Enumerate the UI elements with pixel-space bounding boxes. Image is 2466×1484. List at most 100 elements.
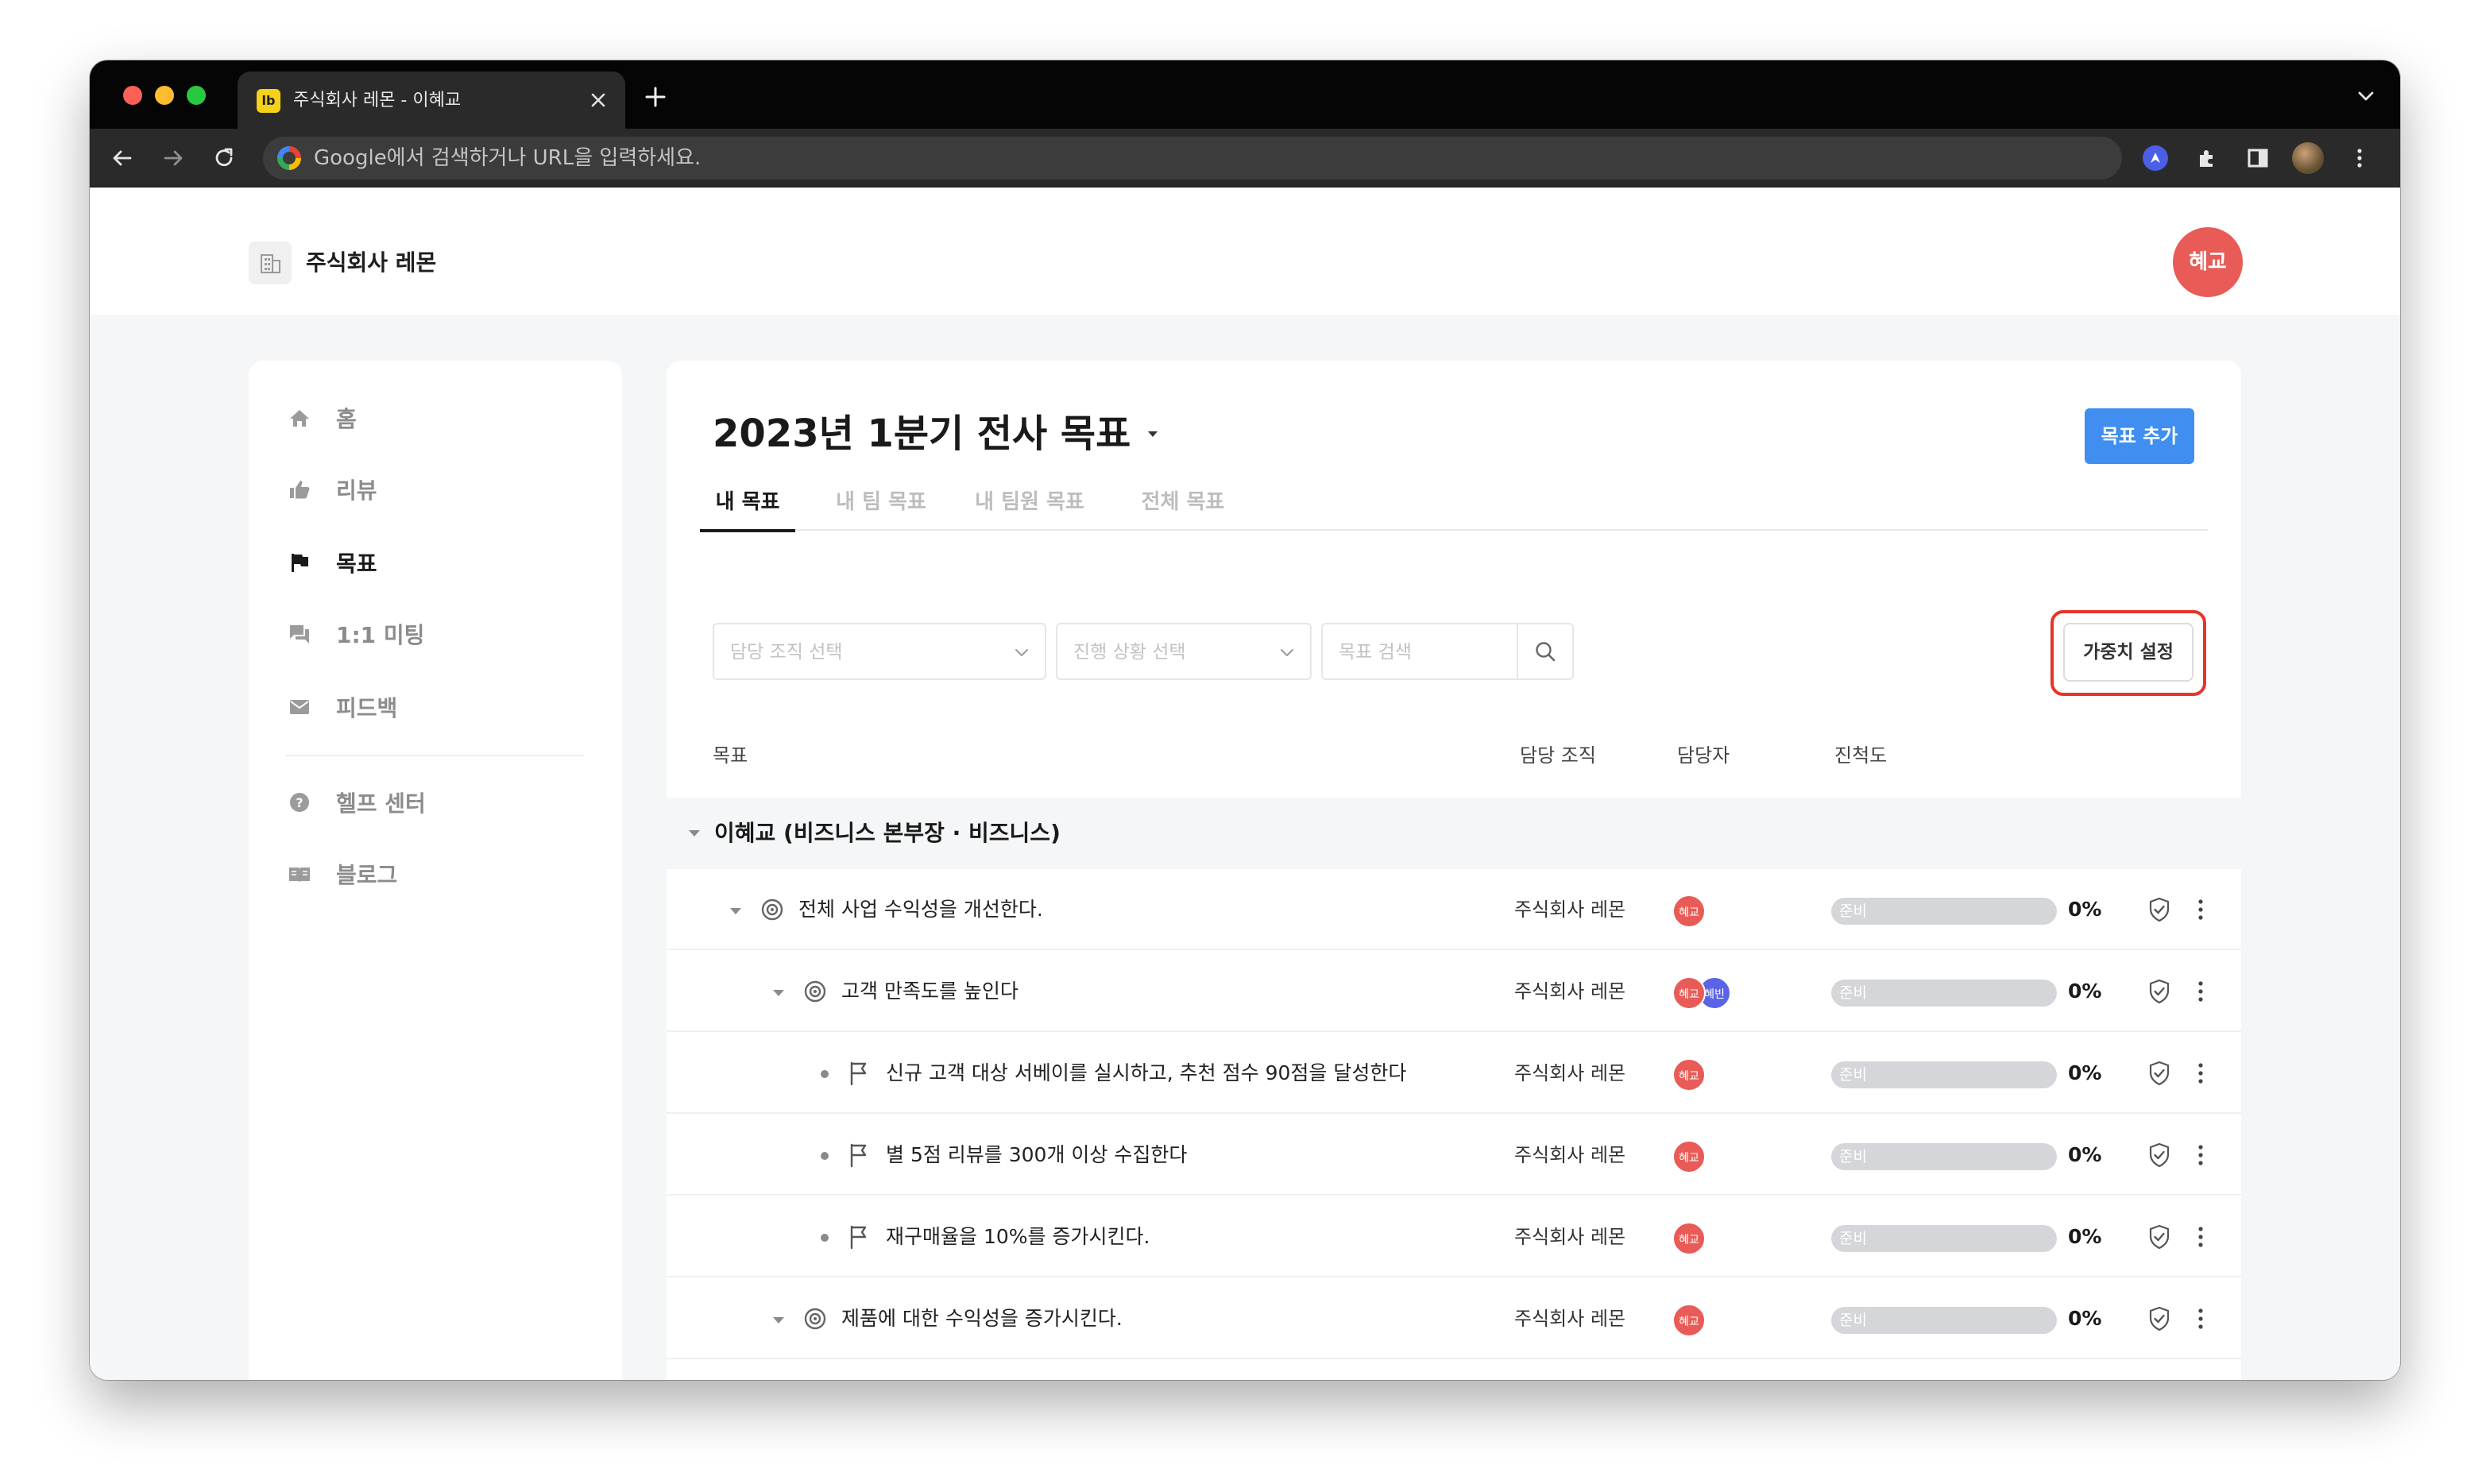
goal-title[interactable]: 제품에 대한 수익성을 증가시킨다. — [841, 1307, 1123, 1331]
goal-row[interactable]: 별 5점 리뷰를 300개 이상 수집한다 주식회사 레몬 혜교 준비 0% — [667, 1115, 2241, 1196]
goal-row[interactable]: 고객 만족도를 높인다 주식회사 레몬 혜교 혜빈 준비 0% — [667, 951, 2241, 1032]
more-options-icon[interactable] — [2192, 1223, 2209, 1250]
org-select[interactable]: 담당 조직 선택 — [713, 623, 1046, 680]
progress-percent: 0% — [2068, 980, 2102, 1003]
caret-down-icon[interactable] — [770, 984, 787, 1002]
org-select-placeholder: 담당 조직 선택 — [730, 642, 843, 663]
more-options-icon[interactable] — [2192, 1060, 2209, 1087]
progress-status: 준비 — [1839, 1148, 1867, 1165]
help-icon: ? — [285, 788, 314, 817]
goal-title[interactable]: 신규 고객 대상 서베이를 실시하고, 추천 점수 90점을 달성한다 — [886, 1061, 1406, 1085]
sidebar-item-label: 블로그 — [336, 862, 398, 888]
goal-title[interactable]: 재구매율을 10%를 증가시킨다. — [886, 1225, 1150, 1249]
check-in-icon[interactable] — [2146, 1060, 2173, 1087]
more-options-icon[interactable] — [2192, 1305, 2209, 1332]
goal-title[interactable]: 고객 만족도를 높인다 — [841, 980, 1018, 1003]
check-in-icon[interactable] — [2146, 1305, 2173, 1332]
tab-member-goals[interactable]: 내 팀원 목표 — [970, 486, 1089, 531]
sidebar-item-1on1[interactable]: 1:1 미팅 — [285, 616, 424, 651]
browser-tab[interactable]: lb 주식회사 레몬 - 이혜교 — [238, 71, 625, 129]
google-icon — [277, 146, 301, 170]
goal-title[interactable]: 전체 사업 수익성을 개선한다. — [798, 898, 1043, 922]
owner-avatar[interactable]: 혜교 — [1672, 1222, 1706, 1255]
goal-title[interactable]: 별 5점 리뷰를 300개 이상 수집한다 — [886, 1143, 1187, 1167]
company-name[interactable]: 주식회사 레몬 — [306, 249, 436, 276]
tab-search-chevron-icon[interactable] — [2352, 83, 2379, 110]
side-panel-icon[interactable] — [2243, 143, 2273, 173]
weight-settings-button[interactable]: 가중치 설정 — [2063, 623, 2194, 682]
close-window-button[interactable] — [123, 86, 142, 105]
reload-icon[interactable] — [207, 141, 241, 175]
check-in-icon[interactable] — [2146, 978, 2173, 1005]
goal-org: 주식회사 레몬 — [1514, 899, 1626, 921]
sidebar-item-label: 피드백 — [336, 695, 398, 721]
status-select[interactable]: 진행 상황 선택 — [1056, 623, 1312, 680]
more-options-icon[interactable] — [2192, 978, 2209, 1005]
progress-percent: 0% — [2068, 898, 2102, 921]
progress-percent: 0% — [2068, 1307, 2102, 1330]
browser-toolbar: Google에서 검색하거나 URL을 입력하세요. — [90, 129, 2400, 187]
check-in-icon[interactable] — [2146, 896, 2173, 923]
target-icon — [802, 978, 829, 1005]
back-arrow-icon[interactable] — [106, 141, 139, 175]
sidebar-item-help[interactable]: ? 헬프 센터 — [285, 785, 426, 820]
sidebar-item-label: 목표 — [336, 551, 377, 577]
goal-org: 주식회사 레몬 — [1514, 1062, 1626, 1084]
extension-arc-icon[interactable] — [2143, 145, 2168, 171]
maximize-window-button[interactable] — [187, 86, 206, 105]
flag-icon — [285, 548, 314, 577]
tab-close-icon[interactable] — [586, 87, 611, 113]
progress-status: 준비 — [1839, 984, 1867, 1002]
kebab-menu-icon[interactable] — [2344, 143, 2375, 173]
check-in-icon[interactable] — [2146, 1142, 2173, 1169]
sidebar-item-feedback[interactable]: 피드백 — [285, 690, 397, 725]
goal-row[interactable]: 재구매율을 10%를 증가시킨다. 주식회사 레몬 혜교 준비 0% — [667, 1196, 2241, 1277]
address-bar[interactable]: Google에서 검색하거나 URL을 입력하세요. — [263, 137, 2122, 180]
sidebar: 홈 리뷰 목표 1:1 미팅 피드백 ? 헬프 센터 블로그 — [249, 361, 622, 1380]
owner-avatar[interactable]: 혜교 — [1672, 976, 1706, 1010]
tab-my-goals[interactable]: 내 목표 — [700, 486, 795, 532]
goal-search-input[interactable]: 목표 검색 — [1321, 623, 1574, 680]
goal-row[interactable]: 전체 사업 수익성을 개선한다. 주식회사 레몬 혜교 준비 0% — [667, 869, 2241, 950]
check-in-icon[interactable] — [2146, 1223, 2173, 1250]
owner-avatar[interactable]: 혜교 — [1672, 1058, 1706, 1092]
sidebar-item-blog[interactable]: 블로그 — [285, 856, 397, 891]
user-avatar[interactable]: 혜교 — [2173, 227, 2243, 297]
owner-group-row[interactable]: 이혜교 (비즈니스 본부장 · 비즈니스) — [667, 798, 2241, 869]
caret-down-icon[interactable] — [1143, 424, 1162, 443]
new-tab-plus-icon[interactable] — [640, 81, 671, 113]
more-options-icon[interactable] — [2192, 896, 2209, 923]
bullet-dot — [821, 1152, 829, 1160]
sidebar-item-review[interactable]: 리뷰 — [285, 472, 377, 507]
goal-row[interactable]: 제품에 대한 수익성을 증가시킨다. 주식회사 레몬 혜교 준비 0% — [667, 1278, 2241, 1359]
tab-all-goals[interactable]: 전체 목표 — [1135, 486, 1231, 531]
caret-down-icon[interactable] — [727, 902, 744, 920]
progress-status: 준비 — [1839, 902, 1867, 920]
progress-percent: 0% — [2068, 1225, 2102, 1248]
group-label: 이혜교 (비즈니스 본부장 · 비즈니스) — [714, 820, 1061, 846]
search-placeholder: 목표 검색 — [1339, 642, 1412, 663]
goals-panel: 2023년 1분기 전사 목표 목표 추가 내 목표 내 팀 목표 내 팀원 목… — [667, 361, 2241, 1380]
sidebar-item-home[interactable]: 홈 — [285, 400, 357, 435]
minimize-window-button[interactable] — [155, 86, 174, 105]
goal-row[interactable]: 신규 고객 대상 서베이를 실시하고, 추천 점수 90점을 달성한다 주식회사 … — [667, 1033, 2241, 1114]
search-icon[interactable] — [1517, 624, 1572, 678]
extensions-puzzle-icon[interactable] — [2192, 143, 2222, 173]
more-options-icon[interactable] — [2192, 1142, 2209, 1169]
forward-arrow-icon[interactable] — [157, 141, 190, 175]
caret-down-icon[interactable] — [770, 1312, 787, 1329]
owner-avatar[interactable]: 혜교 — [1672, 1304, 1706, 1337]
caret-down-icon[interactable] — [686, 825, 703, 842]
svg-text:?: ? — [296, 795, 303, 810]
sidebar-item-goals[interactable]: 목표 — [285, 545, 377, 580]
owner-avatar[interactable]: 혜교 — [1672, 1140, 1706, 1173]
bullet-dot — [821, 1070, 829, 1078]
bullet-dot — [821, 1234, 829, 1242]
tab-team-goals[interactable]: 내 팀 목표 — [833, 486, 929, 531]
progress-status: 준비 — [1839, 1230, 1867, 1247]
add-goal-button[interactable]: 목표 추가 — [2085, 408, 2194, 464]
sidebar-item-label: 1:1 미팅 — [336, 622, 425, 648]
profile-avatar[interactable] — [2292, 142, 2324, 174]
browser-tab-bar: lb 주식회사 레몬 - 이혜교 — [90, 60, 2400, 129]
owner-avatar[interactable]: 혜교 — [1672, 895, 1706, 928]
